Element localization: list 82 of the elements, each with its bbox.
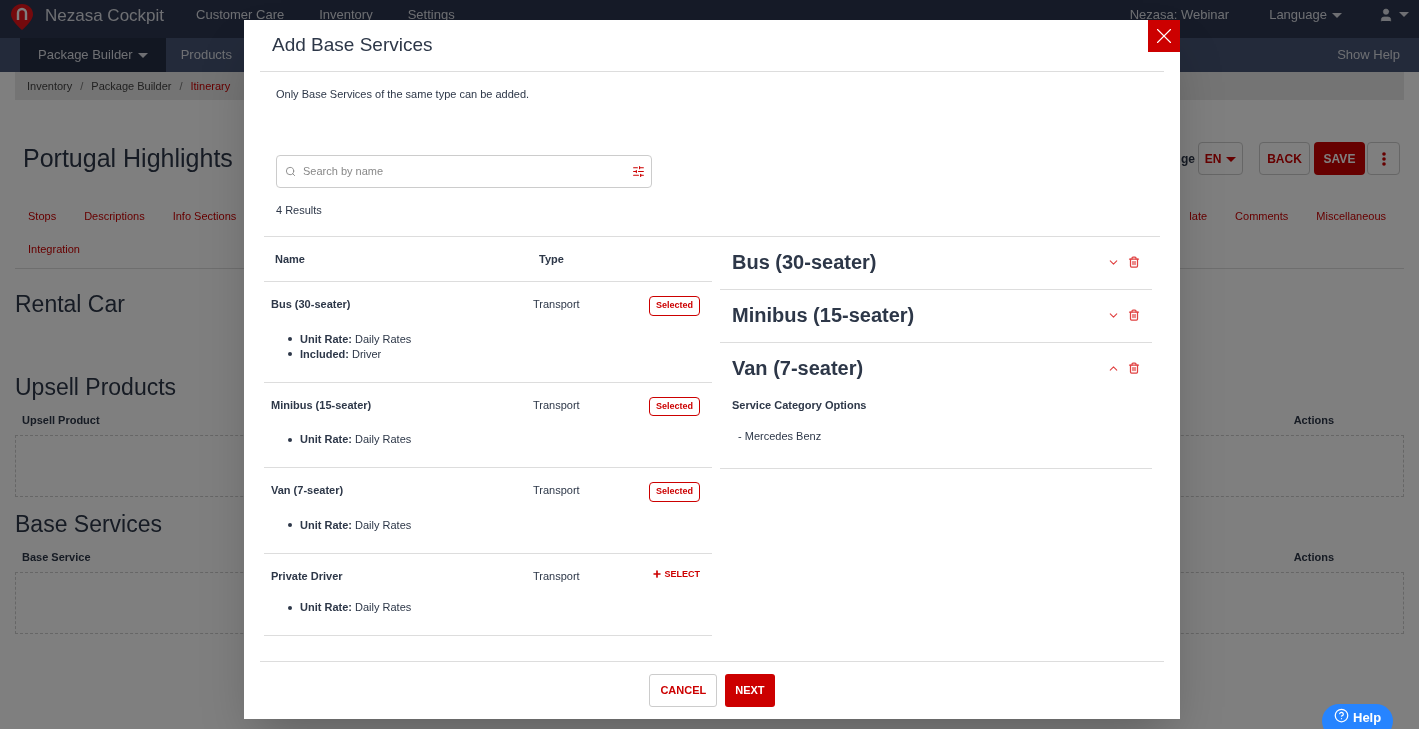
plus-icon — [652, 569, 663, 580]
detail-text: Included: Driver — [300, 346, 382, 362]
column-header: Base Service — [22, 550, 91, 565]
save-button[interactable]: SAVE — [1314, 142, 1365, 176]
caret-icon — [1332, 13, 1342, 19]
detail-text: Unit Rate: Daily Rates — [300, 331, 412, 347]
detail-text: Unit Rate: Daily Rates — [300, 432, 412, 448]
modal-title: Add Base Services — [272, 33, 433, 58]
breadcrumb-separator: / — [80, 78, 84, 94]
section-heading: Base Services — [15, 509, 162, 539]
modal-note: Only Base Services of the same type can be added. — [276, 87, 531, 102]
service-type: Transport — [533, 568, 580, 584]
search-icon — [285, 165, 296, 177]
trash-icon[interactable] — [1128, 256, 1140, 268]
results-count: 4 Results — [276, 202, 322, 218]
selected-badge[interactable]: Selected — [648, 482, 700, 502]
next-button[interactable]: NEXT — [725, 674, 775, 707]
search-field[interactable]: Search by name — [276, 154, 652, 188]
user-icon[interactable] — [1378, 6, 1394, 23]
close-button[interactable] — [1148, 20, 1180, 52]
bullet-icon — [288, 523, 292, 527]
page-tab[interactable]: Integration — [28, 240, 80, 258]
trash-icon[interactable] — [1128, 309, 1140, 321]
page-tab[interactable]: late — [1189, 207, 1208, 225]
nav-link[interactable]: Customer Care — [196, 5, 285, 25]
caret-icon — [1226, 157, 1237, 163]
page-title: Portugal Highlights — [23, 143, 233, 174]
service-type: Transport — [533, 397, 580, 413]
column-header: Actions — [1293, 413, 1334, 428]
nav-tab[interactable]: Package Builder — [20, 38, 166, 72]
language-label: ge — [1181, 150, 1195, 168]
page-tab[interactable]: Miscellaneous — [1316, 207, 1386, 225]
help-button[interactable]: Help — [1322, 704, 1394, 729]
caret-icon — [1399, 12, 1409, 18]
section-heading: Rental Car — [15, 290, 125, 317]
bullet-icon — [288, 605, 292, 610]
bullet-icon — [288, 337, 292, 341]
caret-icon — [137, 52, 148, 58]
filter-icon[interactable] — [632, 164, 645, 178]
help-icon — [1334, 708, 1349, 723]
breadcrumb-separator: / — [179, 78, 183, 94]
bullet-icon — [288, 437, 292, 442]
option-text: - Mercedes Benz — [738, 428, 823, 444]
bullet-icon — [288, 352, 292, 356]
page-tab[interactable]: Descriptions — [84, 207, 145, 225]
section-heading: Upsell Products — [15, 372, 177, 402]
column-header: Actions — [1293, 550, 1334, 565]
accordion-title[interactable]: Minibus (15-seater) — [732, 300, 915, 330]
select-button[interactable]: SELECT — [652, 567, 700, 581]
column-header: Upsell Product — [22, 413, 100, 428]
brand-name[interactable]: Nezasa Cockpit — [45, 3, 165, 29]
trash-icon[interactable] — [1128, 362, 1140, 374]
options-heading: Service Category Options — [732, 398, 868, 413]
column-header: Type — [539, 251, 564, 267]
service-name: Bus (30-seater) — [271, 297, 352, 312]
page-tab[interactable]: Info Sections — [172, 207, 237, 225]
service-type: Transport — [533, 297, 580, 312]
cancel-button[interactable]: CANCEL — [649, 674, 718, 707]
nav-tab[interactable]: Products — [169, 38, 243, 72]
more-options-button[interactable] — [1367, 142, 1400, 176]
service-name: Private Driver — [271, 568, 344, 584]
column-header: Name — [275, 251, 306, 267]
show-help-link[interactable]: Show Help — [1337, 38, 1400, 72]
page-tab[interactable]: Comments — [1235, 207, 1289, 225]
breadcrumb-link[interactable]: Package Builder — [91, 77, 172, 95]
back-button[interactable]: BACK — [1259, 142, 1310, 176]
page-tab[interactable]: Stops — [28, 207, 57, 225]
more-options-icon — [1381, 151, 1386, 166]
breadcrumb-link[interactable]: Itinerary — [190, 77, 231, 95]
detail-text: Unit Rate: Daily Rates — [300, 517, 412, 533]
selected-badge[interactable]: Selected — [648, 296, 700, 316]
language-dropdown[interactable]: EN — [1198, 142, 1243, 176]
service-name: Minibus (15-seater) — [271, 397, 373, 413]
accordion-title[interactable]: Bus (30-seater) — [732, 247, 877, 277]
selected-badge[interactable]: Selected — [648, 396, 700, 416]
breadcrumb-link[interactable]: Inventory — [27, 77, 73, 95]
service-type: Transport — [533, 483, 580, 498]
map-pin-logo-icon — [10, 3, 34, 31]
service-name: Van (7-seater) — [271, 483, 345, 498]
accordion-title[interactable]: Van (7-seater) — [732, 353, 864, 383]
detail-text: Unit Rate: Daily Rates — [300, 600, 412, 616]
language-menu[interactable]: Language — [1269, 5, 1342, 25]
